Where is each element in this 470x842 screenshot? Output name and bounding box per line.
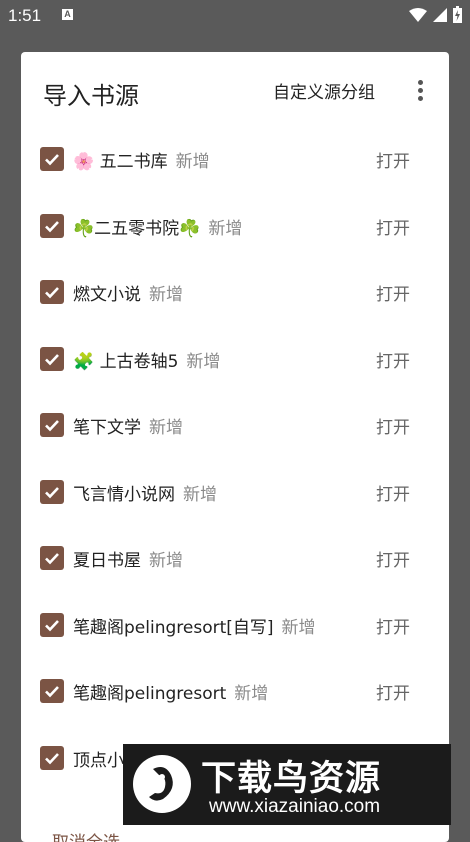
source-name: 飞言情小说网: [73, 484, 175, 505]
source-name-block: ☘️二五零书院☘️ 新增: [73, 214, 242, 239]
status-time: 1:51: [8, 6, 42, 25]
source-list-item[interactable]: 飞言情小说网 新增 打开: [21, 458, 449, 525]
import-source-dialog: 导入书源 自定义源分组 🌸 五二书库 新增 打开 ☘️二五零书院☘️ 新增 打开 燃文小说新…: [21, 52, 449, 842]
check-icon: [45, 486, 59, 498]
open-source-button[interactable]: 打开: [376, 347, 410, 372]
open-source-button[interactable]: 打开: [376, 480, 410, 505]
source-list-item[interactable]: 🧩 上古卷轴5 新增 打开: [21, 325, 449, 392]
source-checkbox[interactable]: [40, 213, 64, 238]
bird-logo-icon: [133, 755, 191, 813]
wifi-icon: [409, 7, 427, 22]
source-name-block: 🌸 五二书库 新增: [73, 147, 210, 172]
open-source-button[interactable]: 打开: [376, 214, 410, 239]
source-name-block: 笔趣阁pelingresort[自写] 新增: [73, 613, 316, 638]
source-list: 🌸 五二书库 新增 打开 ☘️二五零书院☘️ 新增 打开 燃文小说 新增 打开 🧩 上古卷轴5 新增…: [21, 125, 449, 790]
cancel-select-all-button[interactable]: 取消全选: [52, 828, 120, 842]
dialog-title: 导入书源: [43, 82, 139, 110]
source-checkbox[interactable]: [40, 612, 64, 637]
source-list-item[interactable]: 夏日书屋 新增 打开: [21, 524, 449, 591]
source-name: 笔趣阁pelingresort: [73, 684, 227, 704]
source-status-label: 新增: [183, 484, 217, 505]
signal-icon: [433, 7, 447, 22]
battery-icon: [453, 6, 462, 23]
open-source-button[interactable]: 打开: [376, 147, 410, 172]
source-name-block: 笔下文学 新增: [73, 413, 183, 438]
check-icon: [45, 686, 59, 698]
source-name-block: 燃文小说 新增: [73, 280, 183, 305]
source-name: 顶点小: [73, 750, 124, 771]
custom-source-group-button[interactable]: 自定义源分组: [273, 78, 375, 103]
source-checkbox[interactable]: [40, 346, 64, 371]
source-status-label: 新增: [175, 152, 210, 172]
source-name: 夏日书屋: [73, 551, 141, 571]
check-icon: [45, 420, 59, 432]
source-name: 笔下文学: [73, 418, 141, 438]
source-status-label: 新增: [149, 285, 183, 305]
check-icon: [45, 287, 59, 299]
status-icons: [409, 6, 462, 23]
source-list-item[interactable]: ☘️二五零书院☘️ 新增 打开: [21, 192, 449, 259]
source-name: 笔趣阁pelingresort[自写]: [73, 617, 274, 638]
open-source-button[interactable]: 打开: [376, 280, 410, 305]
open-source-button[interactable]: 打开: [376, 679, 410, 704]
check-icon: [45, 752, 59, 764]
source-name-block: 夏日书屋 新增: [73, 546, 183, 571]
source-checkbox[interactable]: [40, 479, 64, 504]
source-name-block: 笔趣阁pelingresort 新增: [73, 679, 268, 704]
source-status-label: 新增: [149, 551, 183, 571]
source-status-label: 新增: [234, 684, 269, 704]
source-status-label: 新增: [281, 617, 316, 638]
source-checkbox[interactable]: [40, 679, 64, 703]
source-list-item[interactable]: 笔趣阁pelingresort 新增 打开: [21, 657, 449, 724]
check-icon: [45, 220, 59, 232]
check-icon: [45, 353, 59, 365]
source-checkbox[interactable]: [40, 546, 64, 570]
watermark-title: 下载鸟资源: [201, 759, 382, 799]
source-checkbox[interactable]: [40, 413, 64, 437]
source-name-block: 飞言情小说网 新增: [73, 480, 217, 505]
open-source-button[interactable]: 打开: [376, 613, 410, 638]
status-bar: 1:51 A: [0, 0, 470, 32]
source-name: 🧩 上古卷轴5: [73, 351, 179, 372]
open-source-button[interactable]: 打开: [376, 546, 410, 571]
check-icon: [45, 154, 59, 166]
source-status-label: 新增: [208, 218, 243, 239]
check-icon: [45, 619, 59, 631]
open-source-button[interactable]: 打开: [376, 413, 410, 438]
source-name: ☘️二五零书院☘️: [73, 218, 201, 239]
source-checkbox[interactable]: [40, 147, 64, 171]
notification-icon: A: [62, 9, 73, 20]
source-name: 燃文小说: [73, 285, 141, 305]
source-list-item[interactable]: 笔趣阁pelingresort[自写] 新增 打开: [21, 591, 449, 658]
watermark-banner: 下载鸟资源 www.xiazainiao.com: [123, 744, 451, 825]
source-list-item[interactable]: 🌸 五二书库 新增 打开: [21, 125, 449, 192]
source-name-block: 🧩 上古卷轴5 新增: [73, 347, 220, 372]
source-checkbox[interactable]: [40, 745, 64, 770]
source-checkbox[interactable]: [40, 280, 64, 304]
check-icon: [45, 553, 59, 565]
source-list-item[interactable]: 笔下文学 新增 打开: [21, 391, 449, 458]
source-status-label: 新增: [186, 351, 221, 372]
source-list-item[interactable]: 燃文小说 新增 打开: [21, 258, 449, 325]
more-options-icon[interactable]: [411, 78, 429, 102]
source-name: 🌸 五二书库: [73, 152, 168, 172]
source-status-label: 新增: [149, 418, 183, 438]
watermark-url: www.xiazainiao.com: [209, 796, 381, 817]
